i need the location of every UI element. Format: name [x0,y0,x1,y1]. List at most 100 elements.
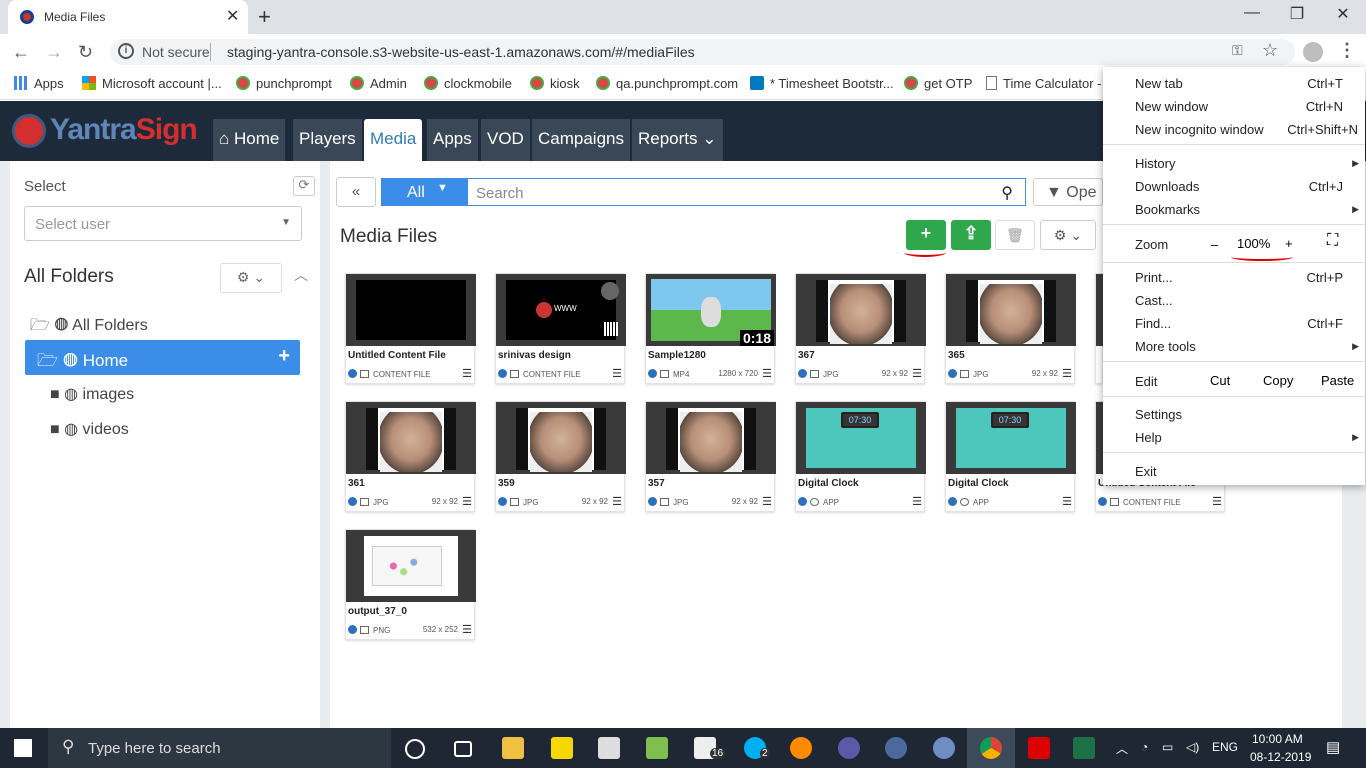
media-card[interactable]: 0:18 Sample1280 MP4 1280 x 720 ☰ [645,273,776,384]
menu-icon[interactable]: ☰ [912,495,922,508]
delete-button[interactable]: 🗑 [995,220,1035,250]
task-view-icon[interactable] [454,741,472,757]
close-window-button[interactable]: ✕ [1323,4,1363,24]
menu-icon[interactable]: ☰ [1062,367,1072,380]
notepad-icon[interactable] [646,737,668,759]
acrobat-icon[interactable] [1028,737,1050,759]
upload-button[interactable]: ⇪ [951,220,991,250]
nav-home[interactable]: ⌂ Home [213,119,286,161]
refresh-icon[interactable]: ⟳ [293,176,315,196]
menu-icon[interactable]: ☰ [462,367,472,380]
nav-campaigns[interactable]: Campaigns [532,119,630,161]
media-card[interactable]: 357 JPG 92 x 92 ☰ [645,401,776,512]
clock-time[interactable]: 10:00 AM [1252,732,1303,746]
excel-icon[interactable] [1073,737,1095,759]
bookmark-kiosk[interactable]: kiosk [530,76,580,91]
bookmark-star-icon[interactable]: ☆ [1262,40,1278,61]
zoom-in-button[interactable]: + [1285,236,1293,251]
media-card[interactable]: 07:30 Digital Clock APP ☰ [945,401,1076,512]
media-card[interactable]: output_37_0 PNG 532 x 252 ☰ [345,529,476,640]
menu-new-incognito[interactable]: New incognito window [1135,122,1264,137]
chrome-taskbar-active[interactable] [967,728,1015,768]
menu-find[interactable]: Find... [1135,316,1171,331]
app-icon[interactable] [885,737,907,759]
menu-downloads[interactable]: Downloads [1135,179,1199,194]
nav-apps[interactable]: Apps [427,119,478,161]
media-card[interactable]: 07:30 Digital Clock APP ☰ [795,401,926,512]
menu-icon[interactable]: ☰ [1212,495,1222,508]
media-card-partial[interactable] [1095,273,1104,384]
bookmark-time-calculator[interactable]: Time Calculator - [986,76,1101,91]
menu-new-tab[interactable]: New tab [1135,76,1183,91]
menu-copy[interactable]: Copy [1263,373,1293,388]
firefox-icon[interactable] [790,737,812,759]
reload-icon[interactable]: ↻ [78,42,93,63]
new-tab-button[interactable]: + [258,4,271,30]
tray-chevron-icon[interactable]: ︿ [1116,740,1128,757]
app-icon[interactable] [933,737,955,759]
nav-reports[interactable]: Reports ⌄ [632,119,723,161]
menu-icon[interactable]: ☰ [912,367,922,380]
nav-vod[interactable]: VOD [481,119,530,161]
menu-exit[interactable]: Exit [1135,464,1157,479]
key-icon[interactable]: ⚿ [1232,42,1243,59]
tab-close-icon[interactable]: ✕ [226,6,239,26]
add-folder-icon[interactable]: + [278,345,290,368]
menu-settings[interactable]: Settings [1135,407,1182,422]
back-arrow-icon[interactable]: ← [12,42,30,63]
add-media-button[interactable]: + [906,220,946,250]
menu-icon[interactable]: ☰ [462,495,472,508]
menu-cut[interactable]: Cut [1210,373,1230,388]
calculator-icon[interactable] [598,737,620,759]
nav-players[interactable]: Players [293,119,362,161]
menu-icon[interactable]: ☰ [612,495,622,508]
sticky-notes-icon[interactable] [551,737,573,759]
clock-date[interactable]: 08-12-2019 [1250,750,1311,764]
menu-print[interactable]: Print... [1135,270,1173,285]
tab-media-files[interactable]: Media Files ✕ [8,0,248,34]
battery-icon[interactable]: ▭ [1162,740,1173,754]
minimize-button[interactable]: — [1232,4,1272,22]
bookmark-microsoft[interactable]: Microsoft account |... [82,76,222,91]
menu-new-window[interactable]: New window [1135,99,1208,114]
user-select[interactable]: Select user ▼ [24,206,302,241]
nav-media[interactable]: Media [364,119,423,161]
zoom-out-button[interactable]: – [1211,237,1218,252]
yantrasign-logo[interactable]: YantraSign [50,113,198,147]
media-card[interactable]: WWW srinivas design CONTENT FILE ☰ [495,273,626,384]
bookmark-clockmobile[interactable]: clockmobile [424,76,512,91]
menu-help[interactable]: Help [1135,430,1162,445]
media-card[interactable]: Untitled Content File CONTENT FILE☰ [345,273,476,384]
url-text[interactable]: staging-yantra-console.s3-website-us-eas… [227,44,695,60]
menu-more-tools[interactable]: More tools [1135,339,1196,354]
menu-icon[interactable]: ☰ [612,367,622,380]
fullscreen-icon[interactable]: ⛶ [1327,232,1338,250]
tree-item-all-folders[interactable]: 🗁 ◍ All Folders [30,314,148,341]
folder-settings-button[interactable]: ⚙ ⌄ [220,263,282,293]
menu-icon[interactable]: ☰ [1062,495,1072,508]
chrome-menu-icon[interactable]: ⋮ [1338,40,1356,61]
bookmark-apps[interactable]: Apps [14,76,64,91]
app-icon[interactable] [838,737,860,759]
tree-item-videos[interactable]: ■ ◍ videos [50,419,129,439]
media-card[interactable]: 361 JPG 92 x 92 ☰ [345,401,476,512]
profile-avatar[interactable] [1303,42,1323,62]
menu-history[interactable]: History [1135,156,1175,171]
tree-item-home[interactable]: 🗁 ◍ Home + [25,340,300,375]
info-icon[interactable]: i [118,43,134,59]
menu-bookmarks[interactable]: Bookmarks [1135,202,1200,217]
filter-dropdown[interactable]: All ▼ [381,178,467,206]
language-indicator[interactable]: ENG [1212,740,1238,754]
menu-icon[interactable]: ☰ [762,495,772,508]
maximize-button[interactable]: ❐ [1277,4,1317,24]
address-bar[interactable]: i Not secure staging-yantra-console.s3-w… [110,39,1295,65]
windows-start-icon[interactable] [14,739,32,757]
bookmark-timesheet[interactable]: * Timesheet Bootstr... [750,76,894,91]
taskbar-search[interactable]: ⚲ Type here to search [48,728,391,768]
cortana-icon[interactable] [405,739,425,759]
media-card[interactable]: 367 JPG 92 x 92 ☰ [795,273,926,384]
search-icon[interactable]: ⚲ [1001,183,1013,203]
menu-cast[interactable]: Cast... [1135,293,1173,308]
media-card[interactable]: 365 JPG 92 x 92 ☰ [945,273,1076,384]
open-filter-button[interactable]: ▼ Ope [1033,178,1103,206]
